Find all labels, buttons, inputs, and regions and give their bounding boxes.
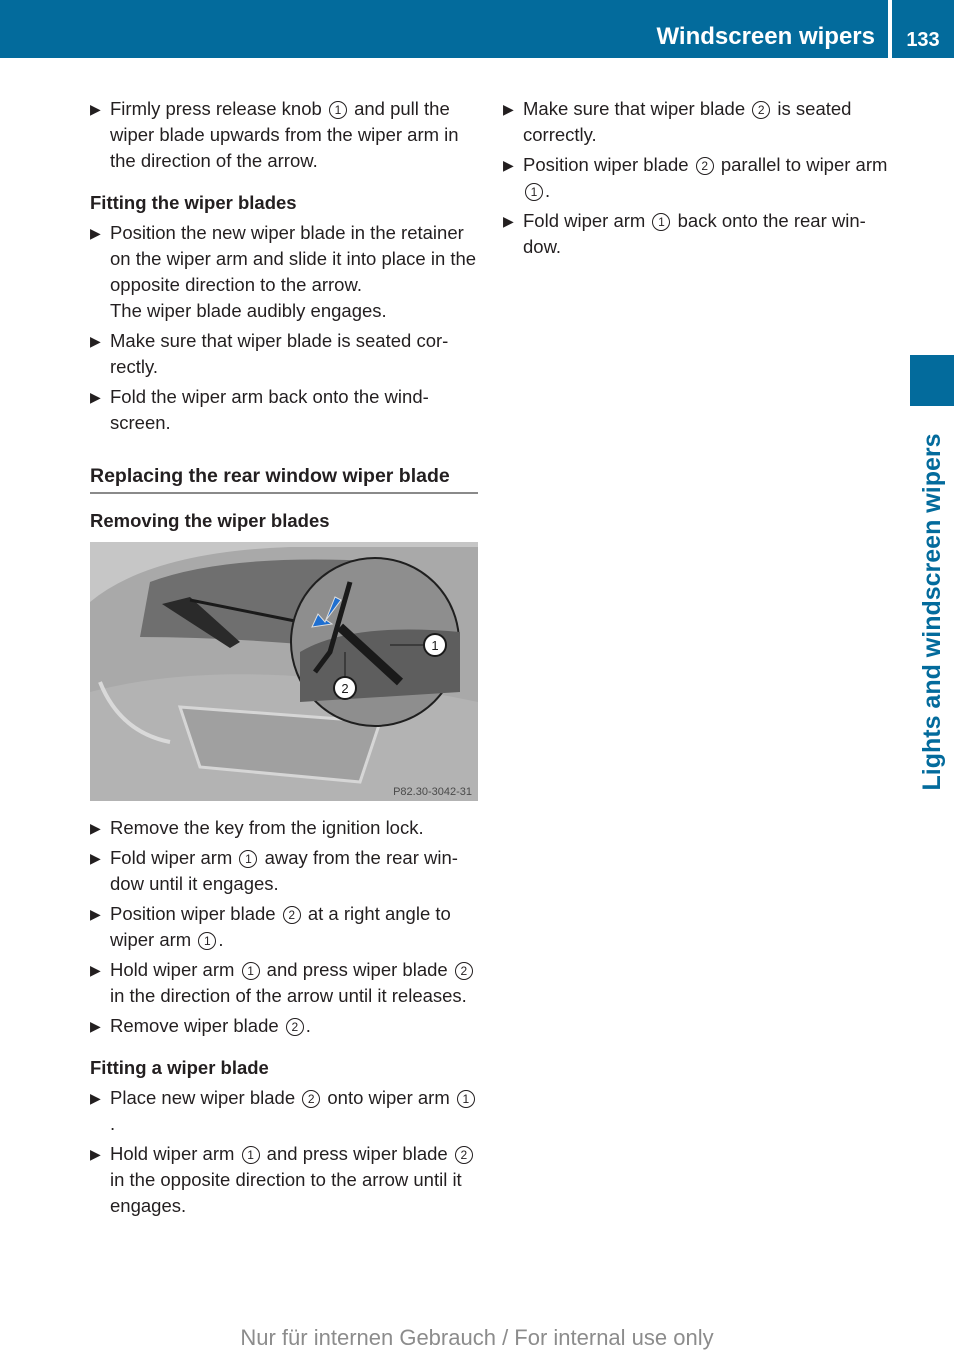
bullet-icon: ▶ [90, 389, 101, 405]
right-column: ▶ Make sure that wiper blade 2 is seated … [503, 96, 891, 264]
subheading-removing-wiper-blades: Removing the wiper blades [90, 510, 330, 531]
bullet-icon: ▶ [503, 157, 514, 173]
callout-1-icon: 1 [241, 962, 260, 980]
callout-1-icon: 1 [652, 213, 671, 231]
svg-text:2: 2 [341, 681, 348, 696]
bullet-icon: ▶ [90, 1146, 101, 1162]
rear-wiper-illustration: 1 2 [90, 542, 478, 801]
list-item: ▶ Place new wiper blade 2 onto wiper arm … [90, 1085, 478, 1137]
list-item: ▶ Position wiper blade 2 parallel to wipe… [503, 154, 888, 201]
bullet-icon: ▶ [90, 1018, 101, 1034]
running-header-title: Windscreen wipers [656, 23, 875, 50]
bullet-icon: ▶ [90, 906, 101, 922]
left-column: ▶ Firmly press release knob 1 and pull t… [90, 96, 478, 1223]
callout-2-icon: 2 [454, 1146, 473, 1164]
callout-1-icon: 1 [456, 1090, 475, 1108]
step-fold-arm-back: ▶ Fold the wiper arm back onto the wind-… [90, 386, 429, 433]
step-position-new-blade: ▶ Position the new wiper blade in the re… [90, 220, 478, 324]
subheading-fitting-a-wiper-blade: Fitting a wiper blade [90, 1057, 269, 1078]
list-item: ▶ Make sure that wiper blade 2 is seated … [503, 98, 852, 145]
callout-1-icon: 1 [198, 932, 217, 950]
list-item: ▶ Remove the key from the ignition lock. [90, 815, 478, 841]
figure-code: P82.30-3042-31 [393, 786, 472, 798]
callout-2-icon: 2 [282, 906, 301, 924]
bullet-icon: ▶ [90, 850, 101, 866]
callout-1-icon: 1 [241, 1146, 260, 1164]
figure-rear-wiper: 1 2 P82.30-3042-31 [90, 542, 478, 801]
step-release-knob: ▶ Firmly press release knob 1 and pull t… [90, 98, 459, 171]
bullet-icon: ▶ [90, 225, 101, 241]
svg-text:1: 1 [431, 638, 438, 653]
list-item: ▶ Hold wiper arm 1 and press wiper blade … [90, 957, 478, 1009]
internal-use-watermark: Nur für internen Gebrauch / For internal… [240, 1325, 714, 1350]
callout-1-icon: 1 [239, 850, 258, 868]
bullet-icon: ▶ [503, 213, 514, 229]
callout-1-icon: 1 [525, 183, 543, 201]
bullet-icon: ▶ [90, 101, 101, 117]
bullet-icon: ▶ [90, 1090, 101, 1106]
bullet-icon: ▶ [90, 962, 101, 978]
section-heading-rear-wiper: Replacing the rear window wiper blade [90, 462, 478, 494]
list-item: ▶ Hold wiper arm 1 and press wiper blade … [90, 1141, 478, 1219]
result-note: The wiper blade audibly engages. [110, 300, 387, 321]
bullet-icon: ▶ [90, 333, 101, 349]
chapter-tab-marker [910, 355, 954, 406]
subheading-fitting-wiper-blades: Fitting the wiper blades [90, 192, 297, 213]
callout-2-icon: 2 [752, 101, 771, 119]
chapter-side-label: Lights and windscreen wipers [918, 433, 946, 791]
callout-2-icon: 2 [695, 157, 714, 175]
callout-1-icon: 1 [328, 101, 347, 119]
removing-steps-list: ▶ Remove the key from the ignition lock. … [90, 815, 478, 1039]
bullet-icon: ▶ [90, 820, 101, 836]
callout-2-icon: 2 [302, 1090, 321, 1108]
bullet-icon: ▶ [503, 101, 514, 117]
list-item: ▶ Fold wiper arm 1 back onto the rear win… [503, 210, 866, 257]
callout-2-icon: 2 [285, 1018, 304, 1036]
list-item: ▶ Fold wiper arm 1 away from the rear win… [90, 847, 458, 894]
list-item: ▶ Position wiper blade 2 at a right angle… [90, 903, 451, 950]
fitting-steps-list: ▶ Place new wiper blade 2 onto wiper arm … [90, 1085, 478, 1219]
list-item: ▶ Remove wiper blade 2. [90, 1013, 478, 1039]
callout-2-icon: 2 [454, 962, 473, 980]
page-number: 133 [906, 29, 940, 51]
step-check-seated: ▶ Make sure that wiper blade is seated c… [90, 330, 449, 377]
